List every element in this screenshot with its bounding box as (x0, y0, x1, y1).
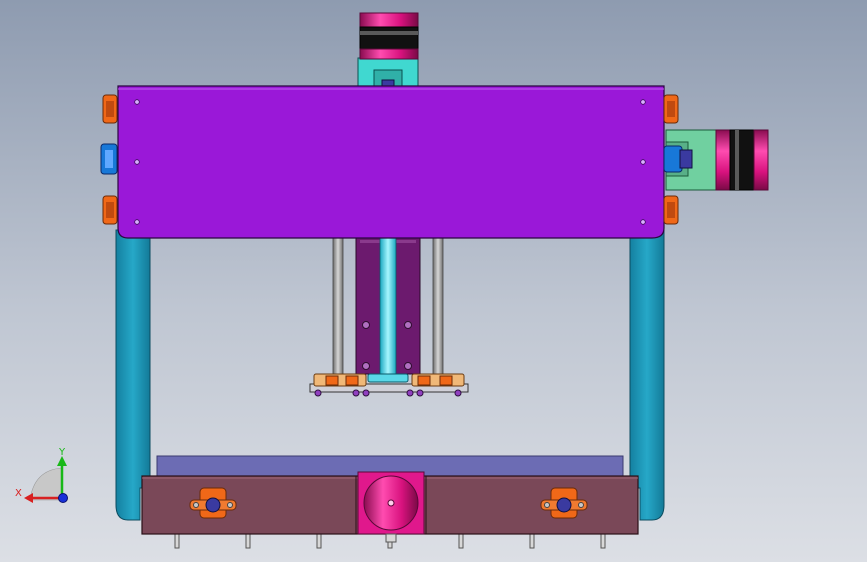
cad-model: Y X (15, 12, 769, 549)
y-axis-label: Y (58, 447, 66, 458)
cad-viewport[interactable]: Y X (0, 0, 867, 562)
axis-triad: Y X (15, 447, 68, 503)
x-axis-label: X (15, 488, 22, 499)
triad-base (29, 467, 63, 501)
z-axis-dot (58, 493, 68, 503)
side-stepper-motor (663, 129, 769, 191)
left-side-bearings (100, 94, 118, 225)
gantry-plate (117, 85, 665, 239)
top-stepper-motor (357, 12, 419, 89)
bottom-stepper-motor (357, 471, 425, 543)
